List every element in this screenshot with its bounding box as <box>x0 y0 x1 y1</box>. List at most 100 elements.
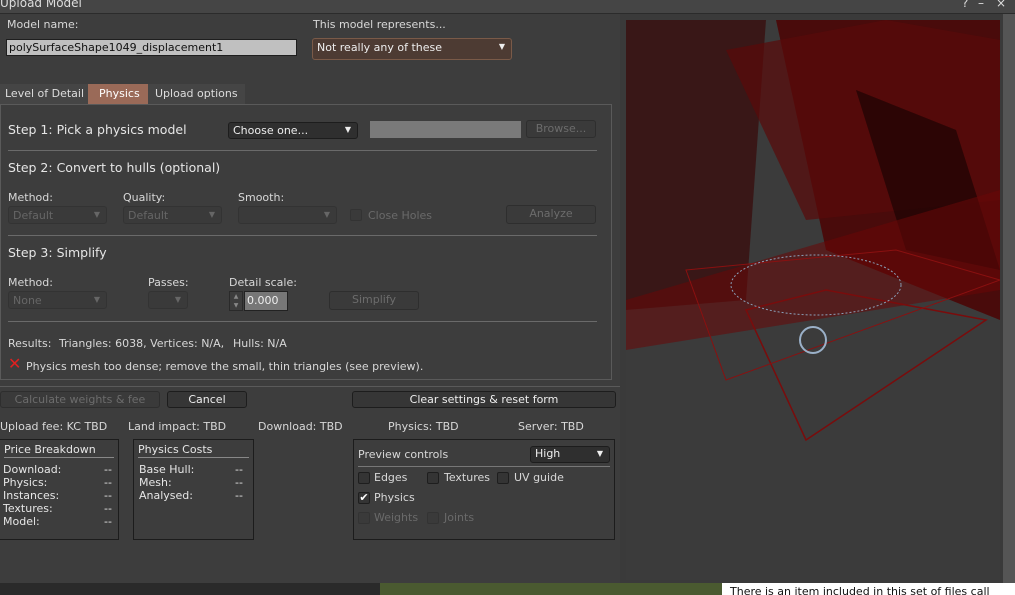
physics-file-field[interactable] <box>370 121 521 138</box>
physics-model-dropdown[interactable]: Choose one... ▼ <box>228 122 358 139</box>
clear-settings-button[interactable]: Clear settings & reset form <box>352 391 616 408</box>
price-row: Physics: -- <box>3 476 112 489</box>
step3-method-dropdown[interactable]: None ▼ <box>8 291 107 309</box>
price-label: Instances: <box>3 489 60 502</box>
tab-level-of-detail[interactable]: Level of Detail <box>0 84 90 104</box>
physics-cost: Physics: TBD <box>388 420 459 433</box>
price-breakdown-title: Price Breakdown <box>4 440 114 458</box>
passes-label: Passes: <box>148 276 189 289</box>
minimize-icon[interactable]: – <box>978 0 984 10</box>
cancel-button[interactable]: Cancel <box>167 391 247 408</box>
detail-scale-label: Detail scale: <box>229 276 297 289</box>
price-label: Physics: <box>3 476 48 489</box>
preview-lod-value: High <box>535 447 561 460</box>
edges-label: Edges <box>374 471 408 484</box>
model-name-input[interactable] <box>6 39 297 56</box>
physics-preview-label: Physics <box>374 491 415 504</box>
chevron-down-icon: ▼ <box>344 125 351 134</box>
represents-label: This model represents... <box>313 18 446 31</box>
physics-cost-row: Analysed: -- <box>139 489 243 502</box>
window-title: Upload Model <box>0 0 82 10</box>
help-icon[interactable]: ? <box>962 0 968 10</box>
step1-title: Step 1: Pick a physics model <box>8 122 187 137</box>
divider <box>8 235 597 236</box>
physics-model-value: Choose one... <box>233 124 309 137</box>
price-breakdown-panel: Price Breakdown Download: -- Physics: -- Ins… <box>0 439 119 540</box>
price-value: -- <box>104 476 112 489</box>
chevron-down-icon: ▼ <box>596 449 603 458</box>
browse-button[interactable]: Browse... <box>526 120 596 138</box>
step3-title: Step 3: Simplify <box>8 245 107 260</box>
preview-lod-dropdown[interactable]: High ▼ <box>530 446 610 463</box>
textures-checkbox[interactable] <box>427 472 439 484</box>
chevron-down-icon: ▼ <box>208 210 215 219</box>
represents-value: Not really any of these <box>317 41 443 54</box>
physics-costs-panel: Physics Costs Base Hull: -- Mesh: -- Analyse… <box>133 439 254 540</box>
detail-scale-input[interactable]: 0.000 <box>244 291 288 311</box>
detail-scale-spinner[interactable]: ▲ ▼ <box>229 291 243 311</box>
download-cost: Download: TBD <box>258 420 343 433</box>
physics-cost-row: Mesh: -- <box>139 476 243 489</box>
represents-dropdown[interactable]: Not really any of these ▼ <box>312 38 512 60</box>
chevron-down-icon: ▼ <box>174 295 181 304</box>
calculate-weights-button[interactable]: Calculate weights & fee <box>0 391 160 408</box>
price-value: -- <box>104 515 112 528</box>
close-icon[interactable]: × <box>996 0 1006 10</box>
physics-cost-row: Base Hull: -- <box>139 463 243 476</box>
smooth-label: Smooth: <box>238 191 285 204</box>
title-bar[interactable]: Upload Model ? – × <box>0 0 1015 14</box>
tab-upload-options[interactable]: Upload options <box>148 84 245 104</box>
price-value: -- <box>104 502 112 515</box>
edges-checkbox[interactable] <box>358 472 370 484</box>
quality-value: Default <box>128 209 169 222</box>
server-cost: Server: TBD <box>518 420 584 433</box>
checkmark-icon: ✔ <box>359 491 369 504</box>
results-hulls: Hulls: N/A <box>233 337 287 350</box>
uv-guide-checkbox[interactable] <box>497 472 509 484</box>
divider <box>358 466 610 467</box>
upload-fee: Upload fee: KC TBD <box>0 420 108 433</box>
quality-label: Quality: <box>123 191 166 204</box>
physics-checkbox[interactable]: ✔ <box>358 492 370 504</box>
uv-guide-label: UV guide <box>514 471 564 484</box>
quality-dropdown[interactable]: Default ▼ <box>123 206 222 224</box>
physics-cost-label: Mesh: <box>139 476 172 489</box>
passes-dropdown[interactable]: ▼ <box>148 291 188 309</box>
results-triangles: Triangles: 6038, Vertices: N/A, <box>59 337 225 350</box>
scrollbar[interactable] <box>1003 14 1015 583</box>
simplify-button[interactable]: Simplify <box>329 291 419 310</box>
physics-cost-value: -- <box>235 476 243 489</box>
chevron-down-icon: ▼ <box>93 295 100 304</box>
step2-method-dropdown[interactable]: Default ▼ <box>8 206 107 224</box>
chevron-down-icon: ▼ <box>323 210 330 219</box>
joints-label: Joints <box>444 511 475 524</box>
divider <box>0 386 622 387</box>
smooth-dropdown[interactable]: ▼ <box>238 206 337 224</box>
step2-method-value: Default <box>13 209 54 222</box>
world-background <box>380 583 722 595</box>
price-value: -- <box>104 463 112 476</box>
price-label: Model: <box>3 515 40 528</box>
physics-costs-title: Physics Costs <box>138 440 249 458</box>
error-x-icon: ✕ <box>8 354 22 373</box>
model-preview-viewport[interactable] <box>626 20 1000 580</box>
step2-method-label: Method: <box>8 191 53 204</box>
weights-label: Weights <box>374 511 419 524</box>
land-impact: Land impact: TBD <box>128 420 227 433</box>
tab-physics[interactable]: Physics <box>88 84 151 104</box>
chevron-down-icon: ▼ <box>93 210 100 219</box>
divider <box>8 150 597 151</box>
physics-cost-value: -- <box>235 463 243 476</box>
physics-cost-label: Analysed: <box>139 489 193 502</box>
step3-method-label: Method: <box>8 276 53 289</box>
chevron-down-icon: ▼ <box>498 42 505 51</box>
joints-checkbox[interactable] <box>427 512 439 524</box>
analyze-button[interactable]: Analyze <box>506 205 596 224</box>
physics-cost-label: Base Hull: <box>139 463 195 476</box>
close-holes-checkbox[interactable] <box>350 209 362 221</box>
price-value: -- <box>104 489 112 502</box>
weights-checkbox[interactable] <box>358 512 370 524</box>
preview-controls-panel: Preview controls High ▼ Edges Textures UV… <box>353 439 615 540</box>
price-row: Textures: -- <box>3 502 112 515</box>
close-holes-label: Close Holes <box>368 209 433 222</box>
